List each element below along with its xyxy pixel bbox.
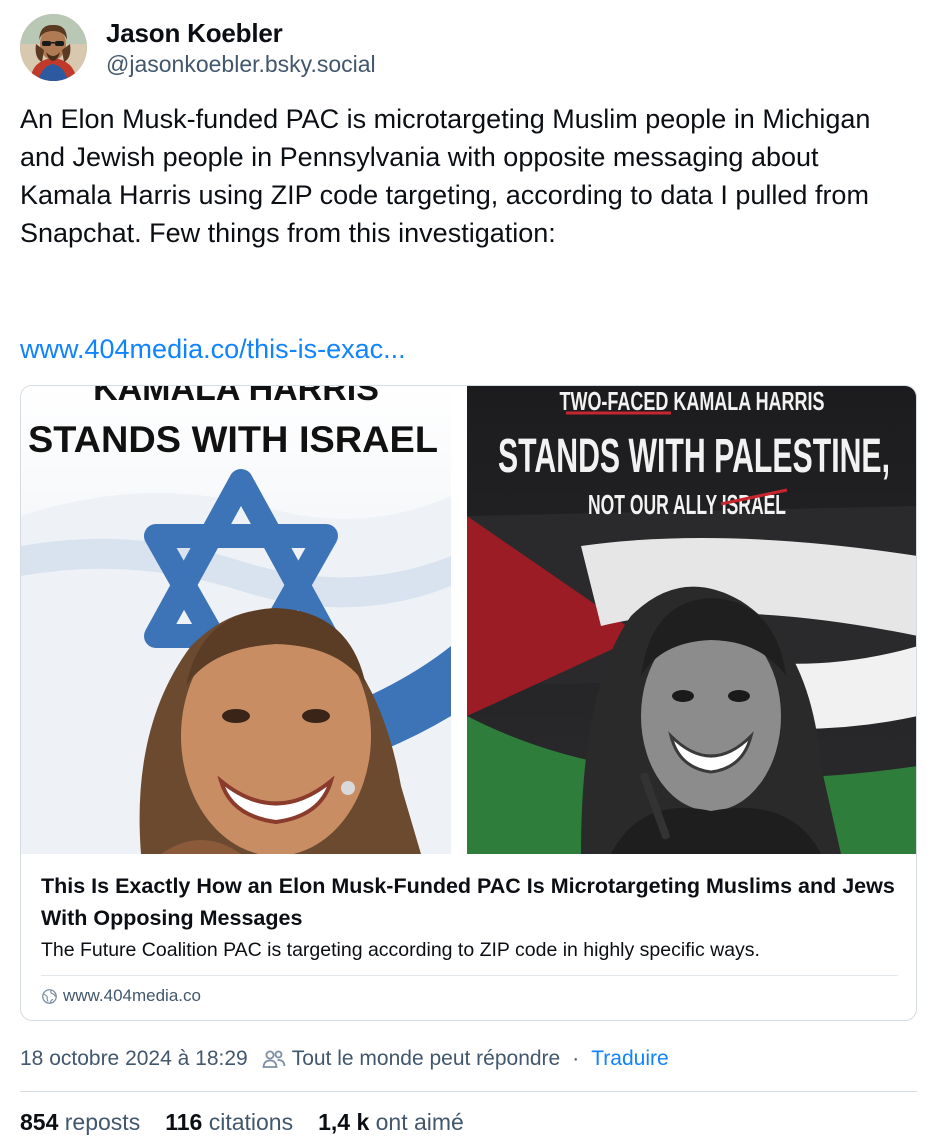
translate-link[interactable]: Traduire [591, 1045, 668, 1073]
author-avatar[interactable] [20, 14, 87, 81]
post-text: An Elon Musk-funded PAC is microtargetin… [20, 104, 871, 248]
left-headline: STANDS WITH ISRAEL [28, 419, 438, 460]
post-stats: 854 reposts 116 citations 1,4 k ont aimé [20, 1107, 489, 1137]
card-domain[interactable]: www.404media.co [41, 984, 201, 1008]
globe-icon [42, 988, 57, 1004]
link-preview-card[interactable]: KAMALA HARRIS STANDS WITH ISRAEL TWO-FAC… [20, 385, 917, 1021]
post-header: Jason Koebler @jasonkoebler.bsky.social [20, 14, 376, 81]
quotes-count: 116 [165, 1109, 203, 1135]
card-description: The Future Coalition PAC is targeting ac… [41, 939, 760, 961]
post-link[interactable]: www.404media.co/this-is-exac... [20, 330, 406, 368]
quotes-label: citations [208, 1109, 294, 1135]
likes-label: ont aimé [375, 1109, 464, 1135]
card-title[interactable]: This Is Exactly How an Elon Musk-Funded … [41, 870, 901, 934]
card-divider [41, 975, 898, 976]
card-domain-text: www.404media.co [63, 986, 201, 1005]
author-info: Jason Koebler @jasonkoebler.bsky.social [106, 17, 376, 79]
reposts-count: 854 [20, 1109, 59, 1135]
reposts-stat[interactable]: 854 reposts [20, 1107, 140, 1137]
author-name[interactable]: Jason Koebler [106, 17, 376, 49]
people-icon [262, 1050, 286, 1068]
card-image: KAMALA HARRIS STANDS WITH ISRAEL TWO-FAC… [21, 386, 916, 854]
reply-setting[interactable]: Tout le monde peut répondre [292, 1045, 561, 1073]
post-timestamp[interactable]: 18 octobre 2024 à 18:29 [20, 1045, 248, 1073]
quotes-stat[interactable]: 116 citations [165, 1107, 293, 1137]
likes-count: 1,4 k [318, 1109, 370, 1135]
post-meta: 18 octobre 2024 à 18:29 Tout le monde pe… [20, 1045, 669, 1073]
reposts-label: reposts [64, 1109, 141, 1135]
right-headline: STANDS WITH PALESTINE, [498, 430, 890, 483]
avatar-photo-icon [20, 14, 87, 81]
left-top-text: KAMALA HARRIS [93, 386, 379, 408]
likes-stat[interactable]: 1,4 k ont aimé [318, 1107, 464, 1137]
right-sub-text: NOT OUR ALLY ISRAEL [588, 489, 786, 520]
author-handle[interactable]: @jasonkoebler.bsky.social [106, 49, 376, 79]
stats-divider [20, 1091, 917, 1092]
meta-separator: · [572, 1047, 580, 1070]
